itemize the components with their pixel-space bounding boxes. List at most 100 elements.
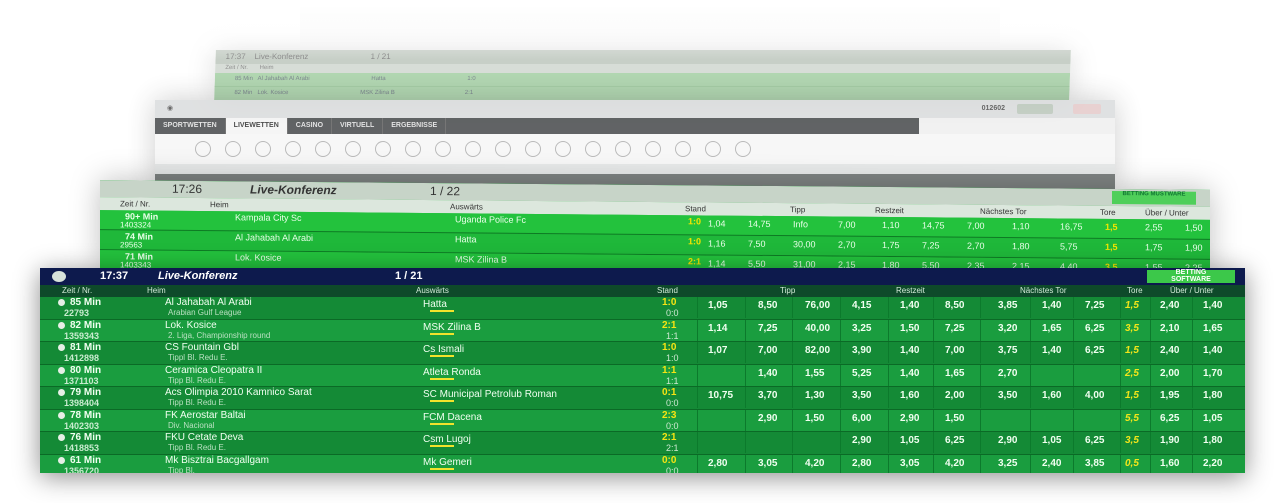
odds-value[interactable]: 1,50 bbox=[945, 413, 964, 424]
football-icon[interactable] bbox=[405, 141, 421, 157]
odds-value[interactable]: 3,90 bbox=[852, 346, 871, 356]
tennis-icon[interactable] bbox=[225, 141, 241, 157]
odds-value[interactable]: 82,00 bbox=[805, 346, 830, 356]
odds-value[interactable]: 3,05 bbox=[900, 458, 919, 469]
odds-value[interactable]: 76,00 bbox=[805, 301, 830, 311]
odds-value[interactable]: 1,70 bbox=[1203, 368, 1222, 379]
odds-value[interactable]: 2,80 bbox=[852, 458, 871, 469]
basketball-icon[interactable] bbox=[255, 141, 271, 157]
match-row[interactable]: 80 Min 1371103 Ceramica Cleopatra II Tipp B… bbox=[40, 364, 1245, 387]
match-row[interactable]: 81 Min 1412898 CS Fountain Gbl Tippl Bl. Re… bbox=[40, 342, 1245, 365]
odds-value[interactable]: 2,00 bbox=[945, 391, 964, 401]
odds-value[interactable]: 1,80 bbox=[1203, 436, 1222, 446]
odds-value[interactable]: 1,30 bbox=[805, 391, 824, 401]
odds-value[interactable]: 3,75 bbox=[998, 346, 1017, 356]
odds-value[interactable]: 7,25 bbox=[758, 323, 777, 334]
odds-value[interactable]: 2,00 bbox=[1160, 368, 1179, 379]
odds-value[interactable]: 4,20 bbox=[805, 458, 824, 469]
volleyball-icon[interactable] bbox=[315, 141, 331, 157]
odds-value[interactable]: 2,90 bbox=[998, 436, 1017, 446]
odds-value[interactable]: 8,50 bbox=[758, 301, 777, 311]
odds-value[interactable]: 2,90 bbox=[758, 413, 777, 424]
odds-value[interactable]: 3,70 bbox=[758, 391, 777, 401]
odds-value[interactable]: 1,60 bbox=[1160, 458, 1179, 469]
odds-value[interactable]: 1,05 bbox=[1042, 436, 1061, 446]
odds-value[interactable]: 1,05 bbox=[708, 301, 727, 311]
odds-value[interactable]: 3,20 bbox=[998, 323, 1017, 334]
match-row[interactable]: 85 Min 22793 Al Jahabah Al Arabi Arabian Gu… bbox=[40, 297, 1245, 320]
tab-ergebnisse[interactable]: ERGEBNISSE bbox=[383, 118, 447, 134]
odds-value[interactable]: 2,90 bbox=[852, 436, 871, 446]
odds-value[interactable]: 2,10 bbox=[1160, 323, 1179, 334]
odds-value[interactable]: 1,55 bbox=[805, 368, 824, 379]
match-row[interactable]: 82 Min 1359343 Lok. Kosice 2. Liga, Champio… bbox=[40, 319, 1245, 342]
odds-value[interactable]: 1,80 bbox=[1203, 391, 1222, 401]
odds-value[interactable]: 1,40 bbox=[1203, 346, 1222, 356]
cricket-icon[interactable] bbox=[555, 141, 571, 157]
odds-value[interactable]: 6,25 bbox=[1160, 413, 1179, 424]
mma-icon[interactable] bbox=[735, 141, 751, 157]
match-row[interactable]: 61 Min 1356720 Mk Bisztrai Bacgallgam Tipp … bbox=[40, 454, 1245, 473]
odds-value[interactable]: 10,75 bbox=[708, 391, 733, 401]
handball-icon[interactable] bbox=[345, 141, 361, 157]
odds-value[interactable]: 6,25 bbox=[945, 436, 964, 446]
odds-value[interactable]: 1,50 bbox=[900, 323, 919, 334]
hockey-icon[interactable] bbox=[285, 141, 301, 157]
odds-value[interactable]: 3,05 bbox=[758, 458, 777, 469]
darts-icon[interactable] bbox=[465, 141, 481, 157]
odds-value[interactable]: 2,40 bbox=[1160, 346, 1179, 356]
beach-volley-icon[interactable] bbox=[675, 141, 691, 157]
esports-icon[interactable] bbox=[435, 141, 451, 157]
odds-value[interactable]: 7,25 bbox=[1085, 301, 1104, 311]
odds-value[interactable]: 2,40 bbox=[1160, 301, 1179, 311]
odds-value[interactable]: 1,40 bbox=[758, 368, 777, 379]
odds-value[interactable]: 1,07 bbox=[708, 346, 727, 356]
odds-value[interactable]: 5,25 bbox=[852, 368, 871, 379]
odds-value[interactable]: 7,00 bbox=[758, 346, 777, 356]
odds-value[interactable]: 1,65 bbox=[1203, 323, 1222, 334]
odds-value[interactable]: 2,70 bbox=[998, 368, 1017, 379]
boxing-icon[interactable] bbox=[705, 141, 721, 157]
table-tennis-icon[interactable] bbox=[495, 141, 511, 157]
odds-value[interactable]: 3,25 bbox=[998, 458, 1017, 469]
odds-value[interactable]: 40,00 bbox=[805, 323, 830, 334]
odds-value[interactable]: 2,20 bbox=[1203, 458, 1222, 469]
odds-value[interactable]: 7,00 bbox=[945, 346, 964, 356]
odds-value[interactable]: 1,40 bbox=[1203, 301, 1222, 311]
odds-value[interactable]: 6,00 bbox=[852, 413, 871, 424]
match-row[interactable]: 79 Min 1398404 Acs Olimpia 2010 Kamnico Sa… bbox=[40, 387, 1245, 410]
odds-value[interactable]: 1,05 bbox=[900, 436, 919, 446]
soccer-icon[interactable] bbox=[195, 141, 211, 157]
odds-value[interactable]: 4,00 bbox=[1085, 391, 1104, 401]
odds-value[interactable]: 1,05 bbox=[1203, 413, 1222, 424]
odds-value[interactable]: 3,25 bbox=[852, 323, 871, 334]
odds-value[interactable]: 4,15 bbox=[852, 301, 871, 311]
odds-value[interactable]: 8,50 bbox=[945, 301, 964, 311]
odds-value[interactable]: 1,95 bbox=[1160, 391, 1179, 401]
odds-value[interactable]: 4,20 bbox=[945, 458, 964, 469]
odds-value[interactable]: 3,50 bbox=[852, 391, 871, 401]
odds-value[interactable]: 6,25 bbox=[1085, 436, 1104, 446]
odds-value[interactable]: 1,14 bbox=[708, 323, 727, 334]
tab-casino[interactable]: CASINO bbox=[288, 118, 333, 134]
betting-software-button[interactable]: BETTING SOFTWARE bbox=[1147, 269, 1235, 283]
odds-value[interactable]: 1,90 bbox=[1160, 436, 1179, 446]
odds-value[interactable]: 1,50 bbox=[805, 413, 824, 424]
odds-value[interactable]: 6,25 bbox=[1085, 323, 1104, 334]
snooker-icon[interactable] bbox=[525, 141, 541, 157]
odds-value[interactable]: 1,40 bbox=[1042, 301, 1061, 311]
odds-value[interactable]: 3,85 bbox=[1085, 458, 1104, 469]
odds-value[interactable]: 7,25 bbox=[945, 323, 964, 334]
odds-value[interactable]: 1,65 bbox=[1042, 323, 1061, 334]
odds-value[interactable]: 1,65 bbox=[945, 368, 964, 379]
odds-value[interactable]: 1,40 bbox=[900, 346, 919, 356]
website-lang-button[interactable] bbox=[1073, 104, 1101, 114]
match-row[interactable]: 76 Min 1418853 FKU Cetate Deva Tipp Bl. Red… bbox=[40, 432, 1245, 455]
tab-virtuell[interactable]: VIRTUELL bbox=[332, 118, 384, 134]
badminton-icon[interactable] bbox=[615, 141, 631, 157]
tab-sportwetten[interactable]: SPORTWETTEN bbox=[155, 118, 226, 134]
odds-value[interactable]: 1,40 bbox=[1042, 346, 1061, 356]
login-area[interactable] bbox=[919, 118, 1115, 134]
match-row[interactable]: 78 Min 1402303 FK Aerostar Baltai Div. Naci… bbox=[40, 409, 1245, 432]
odds-value[interactable]: 1,60 bbox=[1042, 391, 1061, 401]
